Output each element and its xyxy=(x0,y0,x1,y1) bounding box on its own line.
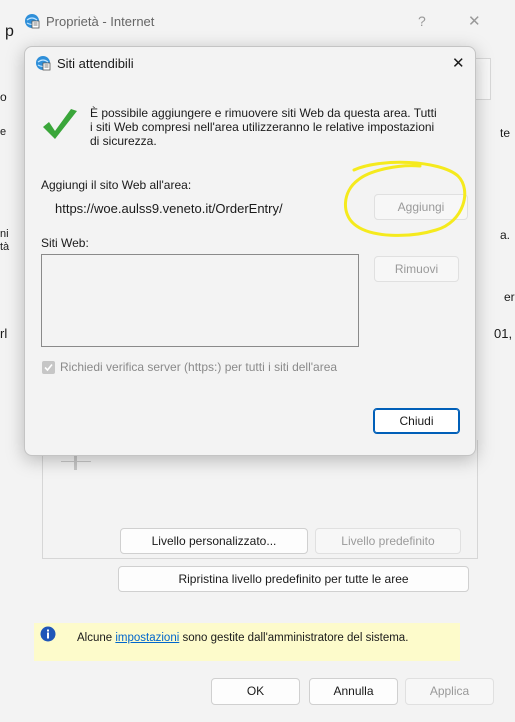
security-slider[interactable] xyxy=(61,454,91,470)
trusted-sites-dialog: Siti attendibili ✕ È possibile aggiunger… xyxy=(24,46,476,456)
info-icon xyxy=(40,626,56,642)
outer-close-button[interactable]: ✕ xyxy=(468,12,481,30)
outer-fragment-left: p xyxy=(5,23,14,40)
outer-fragment-left: o xyxy=(0,90,7,104)
outer-tab-strip xyxy=(474,58,491,100)
outer-fragment-right: a. xyxy=(500,228,511,242)
ok-button[interactable]: OK xyxy=(211,678,300,705)
checkmark-icon xyxy=(41,107,79,143)
info-text-prefix: Alcune xyxy=(77,632,116,644)
default-level-button[interactable]: Livello predefinito xyxy=(315,528,461,554)
outer-title-bar: p Proprietà - Internet ? ✕ xyxy=(0,0,515,44)
settings-link[interactable]: impostazioni xyxy=(115,632,179,644)
outer-fragment-right: 01, xyxy=(494,326,513,341)
reset-all-levels-button[interactable]: Ripristina livello predefinito per tutte… xyxy=(118,566,469,592)
dialog-description: È possibile aggiungere e rimuovere siti … xyxy=(90,106,437,148)
trusted-sites-icon xyxy=(35,55,51,71)
cancel-button[interactable]: Annulla xyxy=(309,678,398,705)
close-dialog-button[interactable]: Chiudi xyxy=(373,408,460,434)
dialog-close-button[interactable]: ✕ xyxy=(452,54,465,72)
sites-list-label: Siti Web: xyxy=(41,236,89,250)
internet-options-icon xyxy=(24,13,40,29)
highlight-annotation xyxy=(344,160,467,237)
https-checkbox-label: Richiedi verifica server (https:) per tu… xyxy=(60,360,338,374)
apply-button[interactable]: Applica xyxy=(405,678,494,705)
sites-list[interactable] xyxy=(41,254,359,347)
outer-fragment-right: er xyxy=(504,290,515,304)
help-button[interactable]: ? xyxy=(418,13,426,29)
outer-fragment-left: tà xyxy=(0,241,10,253)
remove-button[interactable]: Rimuovi xyxy=(374,256,459,282)
info-text-suffix: sono gestite dall'amministratore del sis… xyxy=(179,632,409,644)
outer-fragment-left: rl xyxy=(0,326,8,341)
url-input[interactable]: https://woe.aulss9.veneto.it/OrderEntry/ xyxy=(41,197,357,221)
add-site-label: Aggiungi il sito Web all'area: xyxy=(41,178,192,192)
outer-window-title: Proprietà - Internet xyxy=(46,14,155,29)
outer-fragment-left: e xyxy=(0,126,7,138)
dialog-title: Siti attendibili xyxy=(57,56,134,71)
outer-fragment-left: ni xyxy=(0,228,9,240)
https-checkbox[interactable] xyxy=(42,361,55,374)
custom-level-button[interactable]: Livello personalizzato... xyxy=(120,528,308,554)
outer-fragment-right: te xyxy=(500,126,511,140)
admin-info-text: Alcune impostazioni sono gestite dall'am… xyxy=(77,632,408,644)
